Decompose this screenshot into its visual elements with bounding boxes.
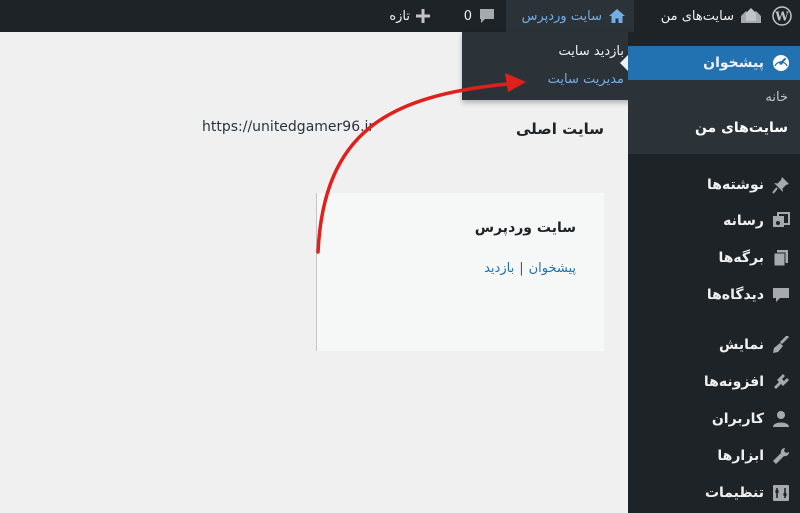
sidebar-item-media[interactable]: رسانه <box>723 212 790 230</box>
site-visit-link[interactable]: بازدید <box>484 261 514 276</box>
new-label: تازه <box>389 8 410 24</box>
sidebar-item-settings[interactable]: تنظیمات <box>705 484 790 502</box>
svg-text:W: W <box>774 10 789 24</box>
comments-count: 0 <box>463 8 472 24</box>
media-icon <box>772 212 790 230</box>
pages-icon <box>772 249 790 267</box>
submenu-item-home[interactable]: خانه <box>765 90 788 105</box>
sidebar-item-label: نوشته‌ها <box>707 177 764 193</box>
sidebar-item-label: کاربران <box>711 411 764 427</box>
visit-site-link[interactable]: بازدید سایت <box>559 44 624 59</box>
sidebar-item-label: تنظیمات <box>704 485 764 501</box>
primary-site-label: سایت اصلی <box>515 120 604 138</box>
sidebar-item-label: دیدگاه‌ها <box>706 287 764 303</box>
sidebar-item-pages[interactable]: برگه‌ها <box>718 249 790 267</box>
manage-site-link[interactable]: مدیریت سایت <box>548 72 624 87</box>
tools-icon <box>772 447 790 465</box>
multisite-icon <box>740 7 762 25</box>
plus-icon <box>416 9 430 23</box>
site-dropdown-menu: بازدید سایت مدیریت سایت <box>462 32 634 100</box>
site-card-actions: بازدید | پیشخوان <box>484 261 576 276</box>
submenu-item-my-sites[interactable]: سایت‌های من <box>695 120 788 136</box>
sidebar-item-plugins[interactable]: افزونه‌ها <box>704 373 790 391</box>
sidebar-item-users[interactable]: کاربران <box>712 410 790 428</box>
sidebar-item-label: افزونه‌ها <box>703 374 764 390</box>
site-name-label: سایت وردپرس <box>521 8 602 24</box>
my-sites-label: سایت‌های من <box>660 8 734 24</box>
dashboard-gauge-icon <box>772 54 790 72</box>
plugins-icon <box>772 373 790 391</box>
home-icon <box>608 8 626 24</box>
new-content-menu[interactable]: تازه <box>389 0 430 32</box>
pin-icon <box>772 176 790 194</box>
primary-site-url: https://unitedgamer96.ir <box>202 119 375 135</box>
sidebar-item-dashboard[interactable]: پیشخوان <box>620 46 800 80</box>
sidebar-item-label: پیشخوان <box>703 55 764 71</box>
settings-icon <box>772 484 790 502</box>
users-icon <box>772 410 790 428</box>
sidebar-item-label: ابزارها <box>717 448 764 464</box>
site-dashboard-link[interactable]: پیشخوان <box>529 261 576 276</box>
comments-icon <box>772 286 790 304</box>
current-menu-notch <box>620 55 628 71</box>
comment-bubble-icon <box>478 8 496 24</box>
my-sites-menu[interactable]: سایت‌های من <box>661 0 762 32</box>
appearance-icon <box>772 336 790 354</box>
dashboard-submenu: خانه سایت‌های من <box>628 80 800 154</box>
sidebar-item-tools[interactable]: ابزارها <box>717 447 790 465</box>
sidebar-item-posts[interactable]: نوشته‌ها <box>707 176 790 194</box>
action-separator: | <box>519 261 524 276</box>
wordpress-logo-icon[interactable]: W <box>772 0 792 32</box>
sidebar-item-label: برگه‌ها <box>718 250 764 266</box>
site-card: سایت وردپرس بازدید | پیشخوان <box>316 193 604 351</box>
comments-menu[interactable]: 0 <box>464 0 496 32</box>
site-card-title: سایت وردپرس <box>474 220 576 236</box>
site-name-menu[interactable]: سایت وردپرس <box>506 0 634 32</box>
sidebar-item-appearance[interactable]: نمایش <box>719 336 790 354</box>
admin-bar: W سایت‌های من سایت وردپرس 0 تازه <box>0 0 800 32</box>
sidebar-item-label: رسانه <box>723 213 764 229</box>
sidebar-item-comments[interactable]: دیدگاه‌ها <box>707 286 790 304</box>
admin-sidebar: پیشخوان خانه سایت‌های من نوشته‌ها رسانه … <box>620 32 800 513</box>
sidebar-item-label: نمایش <box>719 337 764 353</box>
